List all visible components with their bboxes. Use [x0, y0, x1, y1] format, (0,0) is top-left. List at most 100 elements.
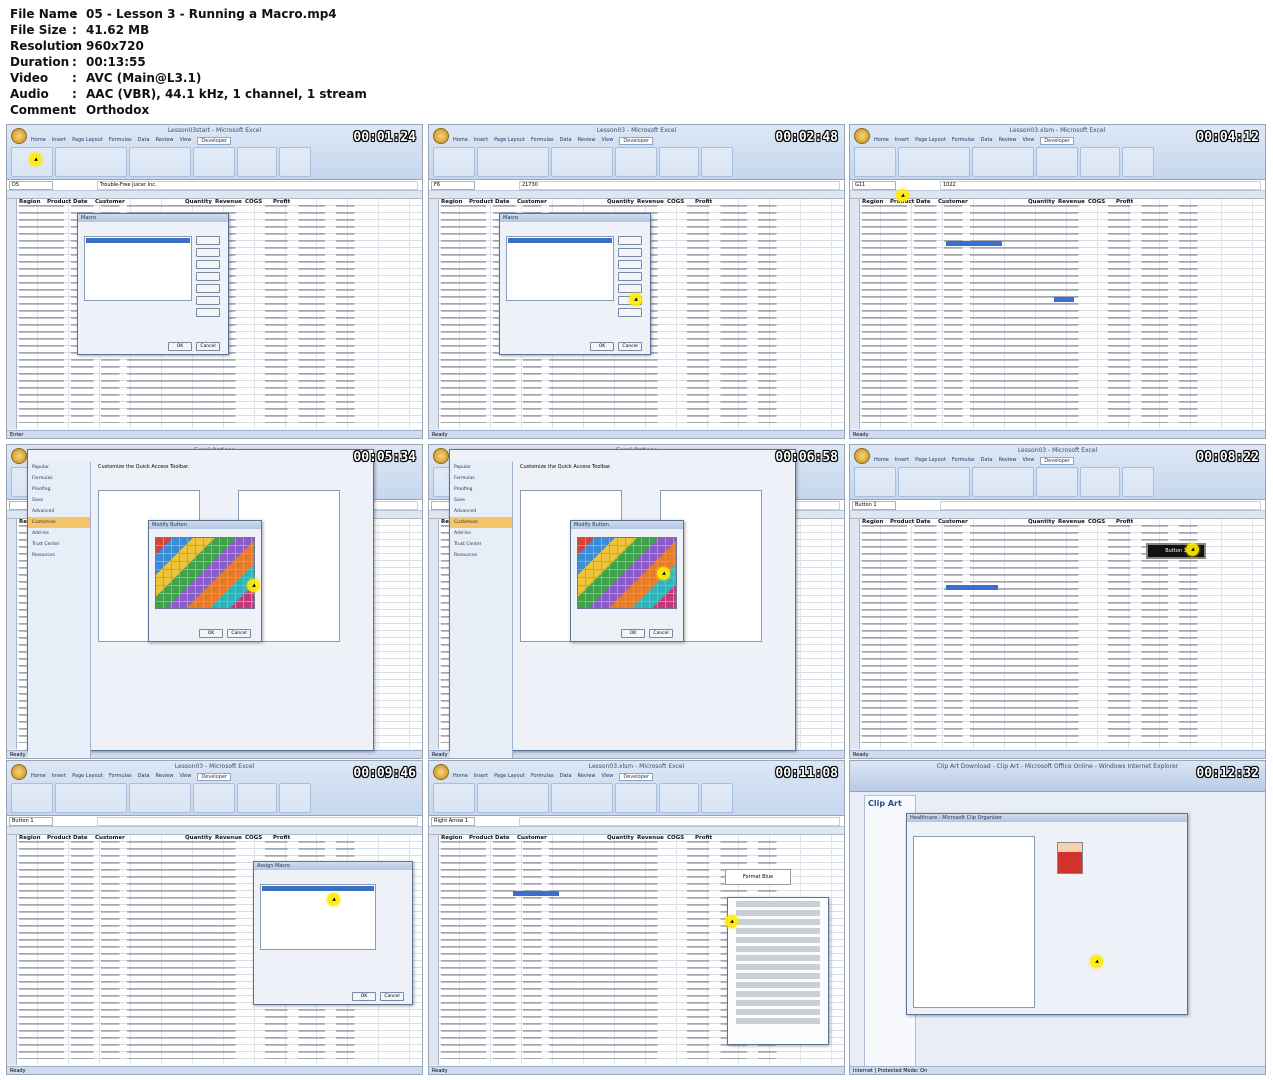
ribbon-tab[interactable]: Developer — [197, 773, 232, 781]
options-nav-item[interactable]: Add-Ins — [450, 528, 512, 539]
options-nav-item[interactable]: Customize — [28, 517, 90, 528]
cancel-button[interactable]: Cancel — [227, 629, 251, 638]
collection-tree[interactable] — [913, 836, 1035, 1008]
ribbon-tab[interactable]: Home — [874, 457, 889, 465]
ribbon-tab[interactable]: Insert — [895, 137, 909, 145]
ribbon-tab[interactable]: Developer — [1040, 137, 1075, 145]
worksheet-grid[interactable] — [850, 199, 1265, 429]
ribbon-tab[interactable]: Insert — [474, 137, 488, 145]
ribbon-group[interactable] — [659, 783, 699, 813]
context-menu-item[interactable] — [736, 991, 820, 997]
cancel-button[interactable]: Cancel — [380, 992, 404, 1001]
formula-input[interactable] — [519, 817, 840, 826]
options-nav-item[interactable]: Advanced — [28, 506, 90, 517]
name-box[interactable]: Button 1 — [852, 501, 896, 510]
ribbon-tab[interactable]: Developer — [619, 137, 654, 145]
dialog-side-button[interactable] — [196, 272, 220, 281]
ribbon-tab[interactable]: View — [1022, 137, 1034, 145]
ribbon-tab[interactable]: Data — [560, 137, 572, 145]
ribbon-group[interactable] — [193, 147, 235, 177]
ribbon-tab[interactable]: Page Layout — [494, 773, 525, 781]
ok-button[interactable]: OK — [621, 629, 645, 638]
ribbon-group[interactable] — [1122, 467, 1154, 497]
ribbon-group[interactable] — [898, 467, 970, 497]
context-menu-item[interactable] — [736, 928, 820, 934]
name-box[interactable]: D5 — [9, 181, 53, 190]
ribbon-tab[interactable]: Page Layout — [494, 137, 525, 145]
ribbon-group[interactable] — [659, 147, 699, 177]
context-menu-item[interactable] — [736, 919, 820, 925]
options-nav-item[interactable]: Formulas — [450, 473, 512, 484]
ribbon-tab[interactable]: Developer — [197, 137, 232, 145]
ribbon-tab[interactable]: Home — [31, 137, 46, 145]
context-menu-item[interactable] — [736, 964, 820, 970]
name-box[interactable]: G11 — [852, 181, 896, 190]
ribbon-group[interactable] — [129, 147, 191, 177]
ribbon-tab[interactable]: Review — [999, 457, 1017, 465]
formula-input[interactable]: Trouble-Free Juicer Inc. — [97, 181, 418, 190]
context-menu-item[interactable] — [736, 946, 820, 952]
ribbon-tab[interactable]: Page Layout — [72, 773, 103, 781]
ribbon-tab[interactable]: Review — [156, 773, 174, 781]
ribbon-group[interactable] — [129, 783, 191, 813]
options-nav-item[interactable]: Resources — [28, 550, 90, 561]
ribbon-tab[interactable]: Home — [453, 773, 468, 781]
ribbon-group[interactable] — [898, 147, 970, 177]
ribbon-tab[interactable]: Insert — [474, 773, 488, 781]
ribbon-group[interactable] — [55, 783, 127, 813]
dialog-side-button[interactable] — [618, 308, 642, 317]
context-menu-item[interactable] — [736, 1018, 820, 1024]
formula-input[interactable]: 1022 — [940, 181, 1261, 190]
name-box[interactable]: Button 1 — [9, 817, 53, 826]
ribbon-group[interactable] — [1036, 147, 1078, 177]
ribbon-group[interactable] — [1036, 467, 1078, 497]
ribbon-group[interactable] — [11, 783, 53, 813]
context-menu-item[interactable] — [736, 1009, 820, 1015]
ribbon-group[interactable] — [433, 783, 475, 813]
ribbon-group[interactable] — [1122, 147, 1154, 177]
ribbon-tab[interactable]: Data — [981, 457, 993, 465]
ribbon-group[interactable] — [615, 783, 657, 813]
context-menu-item[interactable] — [736, 1000, 820, 1006]
dialog-side-button[interactable] — [618, 284, 642, 293]
macro-list[interactable] — [260, 884, 376, 950]
options-nav-item[interactable]: Advanced — [450, 506, 512, 517]
ribbon-tab[interactable]: Insert — [895, 457, 909, 465]
cancel-button[interactable]: Cancel — [618, 342, 642, 351]
ribbon-group[interactable] — [854, 467, 896, 497]
formula-input[interactable]: 21730 — [519, 181, 840, 190]
ok-button[interactable]: OK — [590, 342, 614, 351]
ribbon-tab[interactable]: Insert — [52, 773, 66, 781]
cancel-button[interactable]: Cancel — [196, 342, 220, 351]
formula-input[interactable] — [940, 501, 1261, 510]
dialog-side-button[interactable] — [618, 236, 642, 245]
ribbon-tab[interactable]: Home — [31, 773, 46, 781]
ok-button[interactable]: OK — [199, 629, 223, 638]
ribbon-group[interactable] — [972, 147, 1034, 177]
ribbon-tab[interactable]: Data — [981, 137, 993, 145]
formula-input[interactable] — [97, 817, 418, 826]
ribbon-group[interactable] — [279, 147, 311, 177]
ok-button[interactable]: OK — [352, 992, 376, 1001]
ribbon-group[interactable] — [1080, 467, 1120, 497]
ribbon-group[interactable] — [237, 147, 277, 177]
ribbon-group[interactable] — [854, 147, 896, 177]
options-nav-item[interactable]: Proofing — [28, 484, 90, 495]
context-menu-item[interactable] — [736, 982, 820, 988]
options-nav-item[interactable]: Resources — [450, 550, 512, 561]
cancel-button[interactable]: Cancel — [649, 629, 673, 638]
ribbon-tab[interactable]: Review — [578, 137, 596, 145]
dialog-side-button[interactable] — [618, 272, 642, 281]
ribbon-tab[interactable]: Developer — [619, 773, 654, 781]
dialog-side-button[interactable] — [196, 248, 220, 257]
selected-macro-row[interactable] — [262, 886, 374, 891]
ribbon-tab[interactable]: Page Layout — [915, 137, 946, 145]
context-menu-item[interactable] — [736, 955, 820, 961]
ribbon-group[interactable] — [279, 783, 311, 813]
ribbon-group[interactable] — [55, 147, 127, 177]
context-menu-item[interactable] — [736, 937, 820, 943]
right-arrow-shape[interactable]: Format Blue — [725, 869, 791, 885]
options-nav-item[interactable]: Popular — [28, 462, 90, 473]
options-nav-item[interactable]: Add-Ins — [28, 528, 90, 539]
name-box[interactable]: Right Arrow 1 — [431, 817, 475, 826]
